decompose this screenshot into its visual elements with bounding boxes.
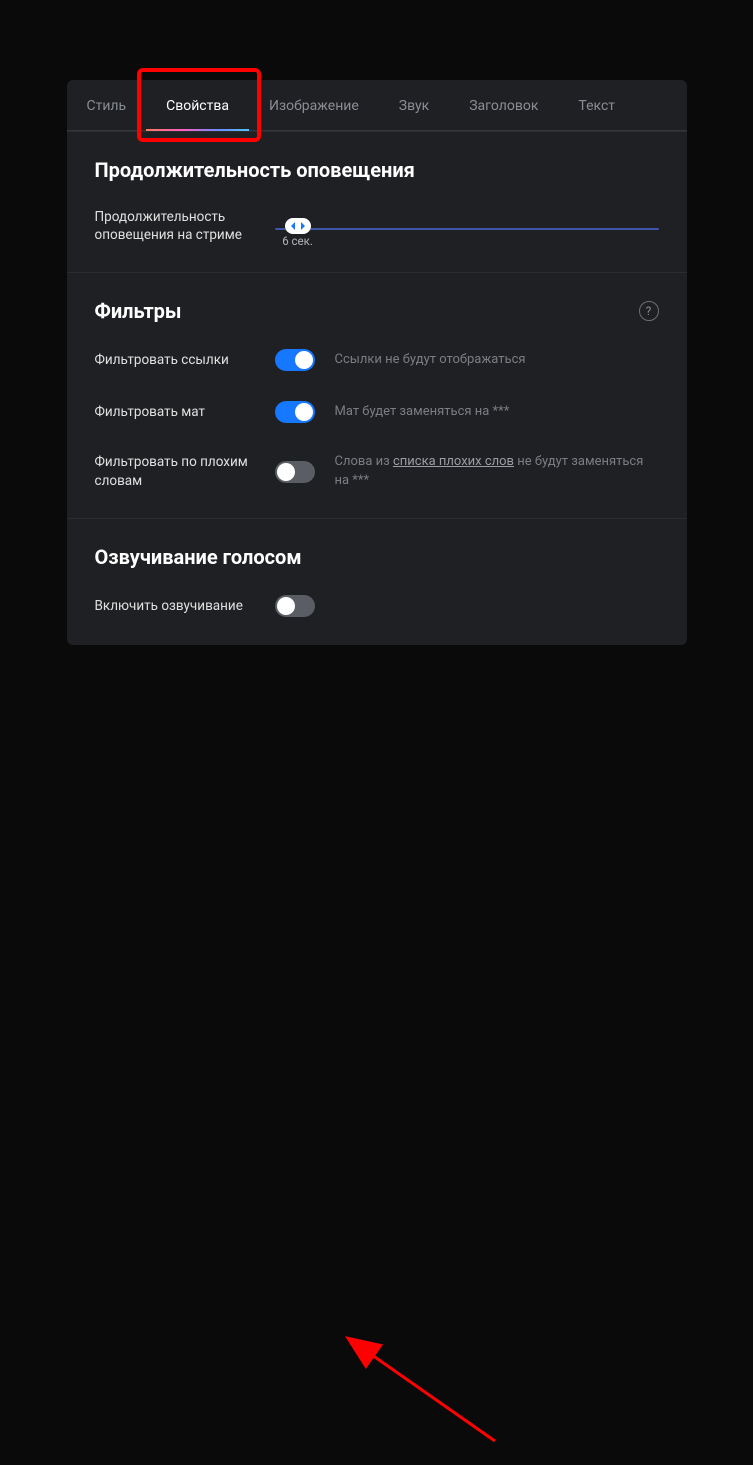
filter-toggle-2[interactable]: [275, 461, 315, 483]
section-filters-title: Фильтры: [95, 299, 182, 323]
toggle-knob: [295, 351, 313, 369]
filters-title-row: Фильтры ?: [95, 299, 659, 323]
section-filters: Фильтры ? Фильтровать ссылки Ссылки не бу…: [67, 272, 687, 517]
voice-row: Включить озвучивание: [95, 595, 659, 617]
slider-track: [275, 228, 659, 230]
filter-label: Фильтровать ссылки: [95, 351, 255, 369]
tab-1[interactable]: Свойства: [146, 80, 249, 130]
section-voice: Озвучивание голосом Включить озвучивание: [67, 518, 687, 645]
section-duration: Продолжительность оповещения Продолжител…: [67, 131, 687, 272]
voice-toggle[interactable]: [275, 595, 315, 617]
filter-label: Фильтровать мат: [95, 403, 255, 421]
toggle-knob: [277, 597, 295, 615]
slider-value-label: 6 сек.: [282, 234, 313, 248]
tab-3[interactable]: Звук: [379, 80, 449, 130]
section-voice-title: Озвучивание голосом: [95, 545, 659, 569]
duration-slider[interactable]: 6 сек.: [275, 222, 659, 230]
filter-toggle-1[interactable]: [275, 401, 315, 423]
filter-desc: Мат будет заменяться на ***: [335, 403, 659, 421]
voice-label: Включить озвучивание: [95, 597, 255, 615]
bad-words-list-link[interactable]: списка плохих слов: [393, 454, 514, 469]
section-duration-title: Продолжительность оповещения: [95, 158, 659, 182]
slider-arrows-icon: [291, 222, 305, 230]
filter-label: Фильтровать по плохим словам: [95, 453, 255, 489]
settings-panel: СтильСвойстваИзображениеЗвукЗаголовокТек…: [67, 80, 687, 645]
filter-desc: Слова из списка плохих слов не будут зам…: [335, 453, 659, 489]
filter-toggle-0[interactable]: [275, 349, 315, 371]
tab-5[interactable]: Текст: [558, 80, 635, 130]
filter-row-1: Фильтровать мат Мат будет заменяться на *…: [95, 401, 659, 423]
duration-label: Продолжительность оповещения на стриме: [95, 208, 255, 244]
toggle-knob: [277, 463, 295, 481]
filter-row-2: Фильтровать по плохим словам Слова из спи…: [95, 453, 659, 489]
tabs-bar: СтильСвойстваИзображениеЗвукЗаголовокТек…: [67, 80, 687, 131]
tab-2[interactable]: Изображение: [249, 80, 379, 130]
slider-thumb[interactable]: [285, 218, 311, 234]
filter-row-0: Фильтровать ссылки Ссылки не будут отобра…: [95, 349, 659, 371]
tab-0[interactable]: Стиль: [67, 80, 147, 130]
tab-4[interactable]: Заголовок: [449, 80, 558, 130]
toggle-knob: [295, 403, 313, 421]
filter-desc: Ссылки не будут отображаться: [335, 351, 659, 369]
duration-row: Продолжительность оповещения на стриме 6…: [95, 208, 659, 244]
help-icon[interactable]: ?: [639, 301, 659, 321]
annotation-arrow: [67, 645, 687, 1465]
